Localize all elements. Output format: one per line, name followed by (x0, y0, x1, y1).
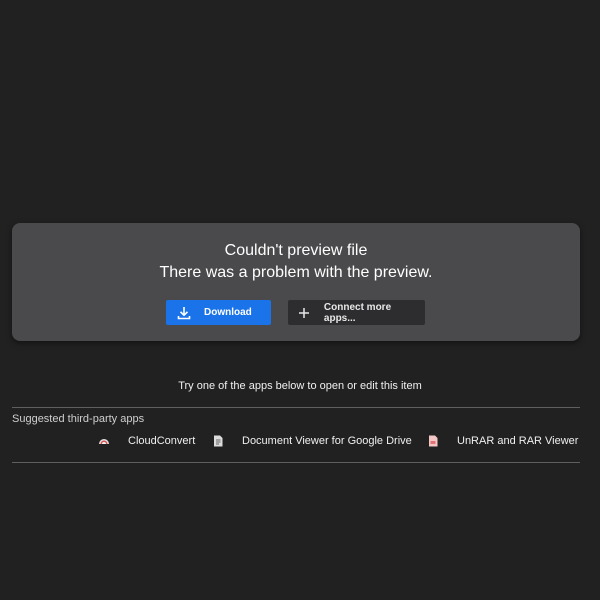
error-title: Couldn't preview file (224, 242, 368, 259)
connect-more-apps-button[interactable]: Connect more apps... (288, 300, 425, 325)
app-item-cloudconvert[interactable]: CloudConvert (97, 433, 195, 449)
cloudconvert-icon (97, 434, 111, 448)
unrar-icon (426, 434, 440, 448)
connect-more-apps-label: Connect more apps... (323, 301, 392, 324)
app-name: CloudConvert (128, 435, 196, 447)
apps-divider-bottom (12, 462, 580, 463)
app-name: Document Viewer for Google Drive (242, 435, 412, 447)
plus-icon (296, 305, 312, 321)
apps-divider-top (12, 407, 580, 408)
document-viewer-icon (211, 434, 225, 448)
app-item-document-viewer[interactable]: Document Viewer for Google Drive (211, 433, 412, 449)
preview-error-card: Couldn't preview file There was a proble… (12, 223, 580, 341)
try-apps-prompt: Try one of the apps below to open or edi… (178, 380, 422, 392)
preview-page: Couldn't preview file There was a proble… (0, 0, 600, 600)
app-item-unrar[interactable]: UnRAR and RAR Viewer (426, 433, 578, 449)
download-label: Download (204, 307, 252, 318)
error-message: There was a problem with the preview. (159, 264, 433, 281)
app-name: UnRAR and RAR Viewer (457, 435, 579, 447)
download-button[interactable]: Download (166, 300, 271, 325)
suggested-apps-heading: Suggested third-party apps (12, 413, 145, 425)
download-icon (176, 305, 192, 321)
